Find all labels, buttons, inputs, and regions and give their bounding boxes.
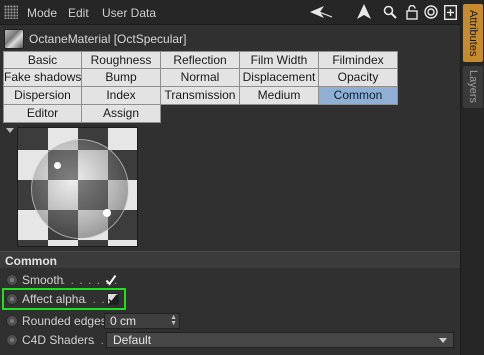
menu-mode[interactable]: Mode bbox=[27, 6, 57, 20]
tab-normal[interactable]: Normal bbox=[161, 69, 240, 87]
dropdown-value: Default bbox=[113, 333, 152, 347]
affect-alpha-checkbox[interactable] bbox=[107, 293, 119, 305]
param-label: Affect alpha bbox=[22, 292, 86, 306]
back-arrow-icon[interactable] bbox=[310, 3, 332, 21]
smooth-checkbox[interactable] bbox=[105, 274, 117, 286]
tab-fake-shadows[interactable]: Fake shadows bbox=[3, 69, 82, 87]
tab-film-width[interactable]: Film Width bbox=[240, 51, 319, 69]
tab-bump[interactable]: Bump bbox=[82, 69, 161, 87]
param-rounded-edges: Rounded edges 0 cm ▲ ▼ bbox=[0, 312, 460, 330]
param-label: C4D Shaders bbox=[22, 333, 95, 347]
section-header: Common bbox=[0, 251, 460, 268]
add-panel-icon[interactable] bbox=[441, 3, 459, 21]
panel-grip-icon[interactable] bbox=[4, 5, 18, 19]
tab-dispersion[interactable]: Dispersion bbox=[3, 87, 82, 105]
target-icon[interactable] bbox=[422, 3, 440, 21]
param-affect-alpha: Affect alpha . . . bbox=[0, 290, 460, 308]
tab-editor[interactable]: Editor bbox=[3, 105, 82, 123]
rounded-edges-input[interactable]: 0 cm ▲ ▼ bbox=[104, 313, 180, 329]
right-sidebar: Attributes Layers bbox=[460, 0, 484, 355]
tab-medium[interactable]: Medium bbox=[240, 87, 319, 105]
tab-attributes[interactable]: Attributes bbox=[463, 4, 483, 62]
param-dots: . . . bbox=[84, 292, 106, 306]
tab-opacity[interactable]: Opacity bbox=[319, 69, 398, 87]
material-preview[interactable] bbox=[17, 127, 138, 247]
tab-common[interactable]: Common bbox=[319, 87, 398, 105]
tab-transmission[interactable]: Transmission bbox=[161, 87, 240, 105]
lock-icon[interactable] bbox=[403, 3, 421, 21]
menu-user-data[interactable]: User Data bbox=[102, 6, 156, 20]
param-dots: . . bbox=[92, 333, 106, 347]
tab-roughness[interactable]: Roughness bbox=[82, 51, 161, 69]
menubar: Mode Edit User Data bbox=[0, 0, 460, 25]
stepper-arrows-icon[interactable]: ▲ ▼ bbox=[170, 314, 177, 327]
cursor-arrow-icon[interactable] bbox=[355, 3, 373, 21]
param-smooth: Smooth . . . . . . . bbox=[0, 271, 460, 289]
param-label: Rounded edges bbox=[22, 314, 107, 328]
chevron-down-icon bbox=[439, 338, 447, 343]
tab-assign[interactable]: Assign bbox=[82, 105, 161, 123]
menu-edit[interactable]: Edit bbox=[68, 6, 89, 20]
section-title: Common bbox=[5, 254, 57, 268]
animate-radio-icon[interactable] bbox=[6, 293, 18, 305]
tab-basic[interactable]: Basic bbox=[3, 51, 82, 69]
tab-displacement[interactable]: Displacement bbox=[240, 69, 319, 87]
specular-highlight bbox=[103, 209, 111, 217]
animate-radio-icon[interactable] bbox=[6, 334, 18, 346]
attributes-panel: Mode Edit User Data OctaneMaterial [OctS… bbox=[0, 0, 460, 355]
param-c4d-shaders: C4D Shaders . . Default bbox=[0, 331, 460, 349]
material-title: OctaneMaterial [OctSpecular] bbox=[29, 32, 187, 46]
tab-reflection[interactable]: Reflection bbox=[161, 51, 240, 69]
tab-layers[interactable]: Layers bbox=[463, 66, 483, 108]
c4d-shaders-dropdown[interactable]: Default bbox=[106, 332, 454, 348]
attribute-tabs: Basic Roughness Reflection Film Width Fi… bbox=[3, 51, 398, 123]
rounded-edges-value: 0 cm bbox=[110, 314, 137, 328]
material-header: OctaneMaterial [OctSpecular] bbox=[0, 26, 460, 50]
preview-collapse-icon[interactable] bbox=[6, 128, 14, 133]
animate-radio-icon[interactable] bbox=[6, 315, 18, 327]
tab-filmindex[interactable]: Filmindex bbox=[319, 51, 398, 69]
animate-radio-icon[interactable] bbox=[6, 274, 18, 286]
search-icon[interactable] bbox=[381, 3, 399, 21]
specular-highlight bbox=[54, 162, 61, 169]
param-label: Smooth bbox=[22, 273, 64, 287]
preview-sphere bbox=[31, 139, 129, 239]
tab-index[interactable]: Index bbox=[82, 87, 161, 105]
material-icon bbox=[4, 29, 24, 49]
